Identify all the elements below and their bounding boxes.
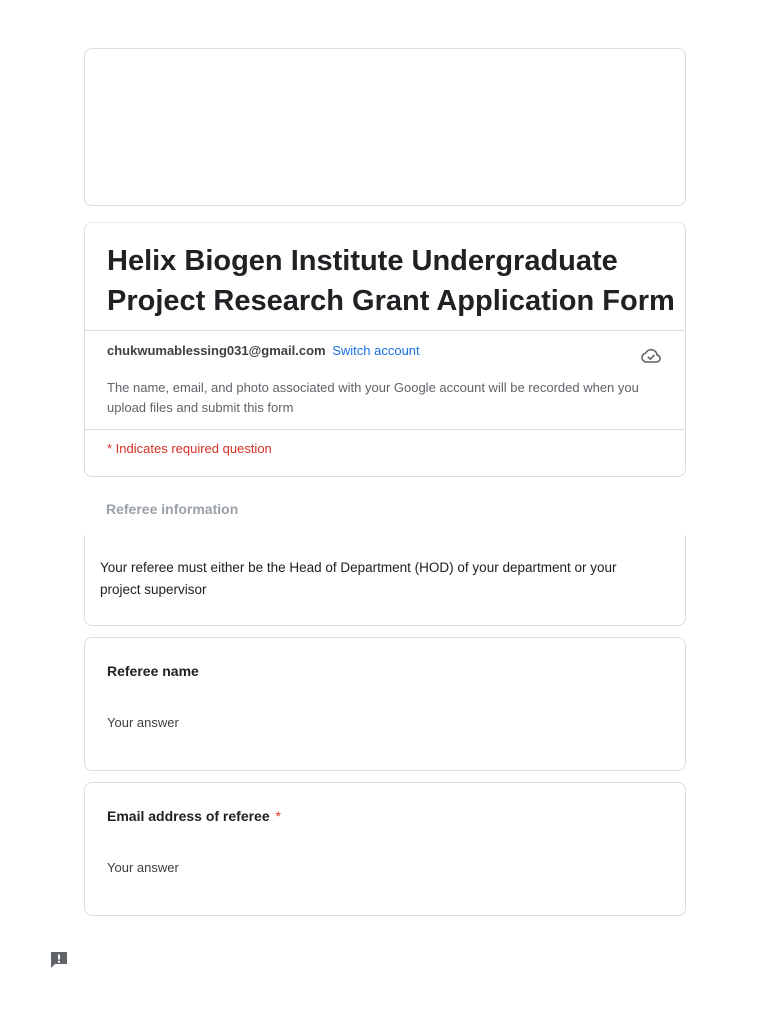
referee-name-input[interactable] [107,715,407,730]
question-label-text: Referee name [107,663,199,679]
question-label: Referee name [107,663,199,679]
question-label: Email address of referee * [107,808,281,824]
divider [85,429,685,430]
report-problem-icon[interactable] [49,950,69,970]
required-question-note: * Indicates required question [107,441,272,456]
question-label-text: Email address of referee [107,808,270,824]
divider [85,330,685,331]
privacy-note: The name, email, and photo associated wi… [107,380,639,415]
section-header: Referee information [106,501,239,517]
account-row: chukwumablessing031@gmail.com Switch acc… [107,342,663,363]
section-description-card: Your referee must either be the Head of … [84,535,686,626]
form-title: Helix Biogen Institute Undergraduate Pro… [107,245,675,317]
question-card-referee-name: Referee name [84,637,686,771]
account-email: chukwumablessing031@gmail.com [107,343,326,358]
question-card-referee-email: Email address of referee * [84,782,686,916]
required-asterisk: * [275,808,281,824]
cloud-saved-icon[interactable] [639,344,663,368]
switch-account-link[interactable]: Switch account [332,343,419,358]
section-description: Your referee must either be the Head of … [100,560,617,597]
header-banner-card [84,48,686,206]
referee-email-input[interactable] [107,860,407,875]
form-title-card: Helix Biogen Institute Undergraduate Pro… [84,222,686,477]
